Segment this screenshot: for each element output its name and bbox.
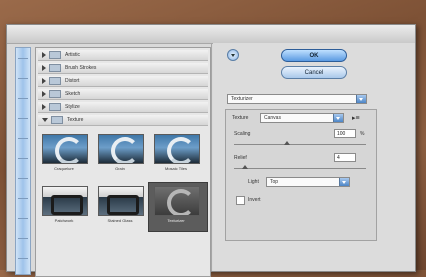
texturizer-options-group: Texture Canvas ▸≡ Scaling 100 % Relief 4… [225,109,377,241]
invert-label: Invert [248,197,261,203]
collapse-gallery-button[interactable] [227,49,239,61]
thumbnail-label: Patchwork [54,218,74,223]
dropdown-arrow-icon [339,178,349,186]
scroll-tick [18,218,28,219]
thumbnail-mosaic-tiles[interactable] [154,134,200,164]
thumbnail-label: Grain [115,166,125,171]
folder-icon [49,90,61,98]
category-label: Texture [67,117,84,123]
swirl-preview-icon [167,189,195,215]
scroll-tick [18,78,28,79]
folder-icon [51,116,63,124]
disclosure-triangle-open-icon[interactable] [42,118,48,122]
invert-checkbox[interactable] [236,196,245,205]
texture-select-value: Canvas [264,115,281,121]
texture-label: Texture [232,115,249,121]
folder-icon [49,77,61,85]
texture-select[interactable]: Canvas [260,113,344,123]
scroll-tick [18,258,28,259]
disclosure-triangle-icon[interactable] [42,65,46,71]
disclosure-triangle-icon[interactable] [42,78,46,84]
category-label: Brush Strokes [65,65,97,71]
scroll-tick [18,178,28,179]
thumbnail-stained-glass[interactable] [98,186,144,216]
panel-divider [211,43,212,271]
filter-category-list: Artistic Brush Strokes Distort Sketch St… [35,47,211,277]
swirl-preview-icon [51,195,83,215]
category-label: Stylize [65,104,80,110]
category-sketch[interactable]: Sketch [38,89,208,100]
swirl-preview-icon [167,137,195,163]
category-texture[interactable]: Texture [38,115,208,126]
thumbnail-patchwork[interactable] [42,186,88,216]
category-stylize[interactable]: Stylize [38,102,208,113]
scaling-input[interactable]: 100 [334,129,356,138]
thumbnail-label: Mosaic Tiles [164,166,187,171]
thumbnail-label: Stained Glass [107,218,133,223]
swirl-preview-icon [111,137,139,163]
folder-icon [49,103,61,111]
folder-icon [49,64,61,72]
category-label: Sketch [65,91,81,97]
swirl-preview-icon [107,195,139,215]
thumbnail-label: Craquelure [54,166,74,171]
scaling-unit: % [360,131,365,137]
relief-input[interactable]: 4 [334,153,356,162]
category-distort[interactable]: Distort [38,76,208,87]
folder-icon [49,51,61,59]
scroll-tick [18,118,28,119]
dropdown-arrow-icon [333,114,343,122]
light-select[interactable]: Top [266,177,350,187]
scaling-label: Scaling [234,131,251,137]
scroll-tick [18,98,28,99]
scaling-slider[interactable] [234,144,366,145]
relief-slider-knob[interactable] [241,165,248,169]
thumbnail-texturizer[interactable] [154,186,200,216]
disclosure-triangle-icon[interactable] [42,91,46,97]
dropdown-arrow-icon [356,95,366,103]
scroll-tick [18,138,28,139]
category-label: Distort [65,78,80,84]
relief-label: Relief [234,155,247,161]
disclosure-triangle-icon[interactable] [42,52,46,58]
filter-gallery-window: Artistic Brush Strokes Distort Sketch St… [6,24,416,277]
disclosure-triangle-icon[interactable] [42,104,46,110]
thumbnail-grain[interactable] [98,134,144,164]
scroll-tick [18,198,28,199]
texture-menu-icon[interactable]: ▸≡ [352,114,360,122]
cancel-button[interactable]: Cancel [281,66,347,79]
light-label: Light [248,179,259,185]
settings-panel: OK Cancel Texturizer Texture Canvas ▸≡ S… [213,43,415,271]
relief-slider[interactable] [234,168,366,169]
category-brush-strokes[interactable]: Brush Strokes [38,63,208,74]
scroll-tick [18,238,28,239]
category-artistic[interactable]: Artistic [38,50,208,61]
scroll-tick [18,158,28,159]
scaling-slider-knob[interactable] [283,141,290,145]
scroll-tick [18,58,28,59]
window-top-bar [7,25,415,44]
filter-select[interactable]: Texturizer [227,94,367,104]
swirl-preview-icon [55,137,83,163]
thumbnail-craquelure[interactable] [42,134,88,164]
ok-button[interactable]: OK [281,49,347,62]
thumbnail-label: Texturizer [167,218,185,223]
category-label: Artistic [65,52,80,58]
light-select-value: Top [270,179,279,185]
filter-select-value: Texturizer [231,96,253,102]
vertical-scrollbar[interactable] [15,47,31,275]
